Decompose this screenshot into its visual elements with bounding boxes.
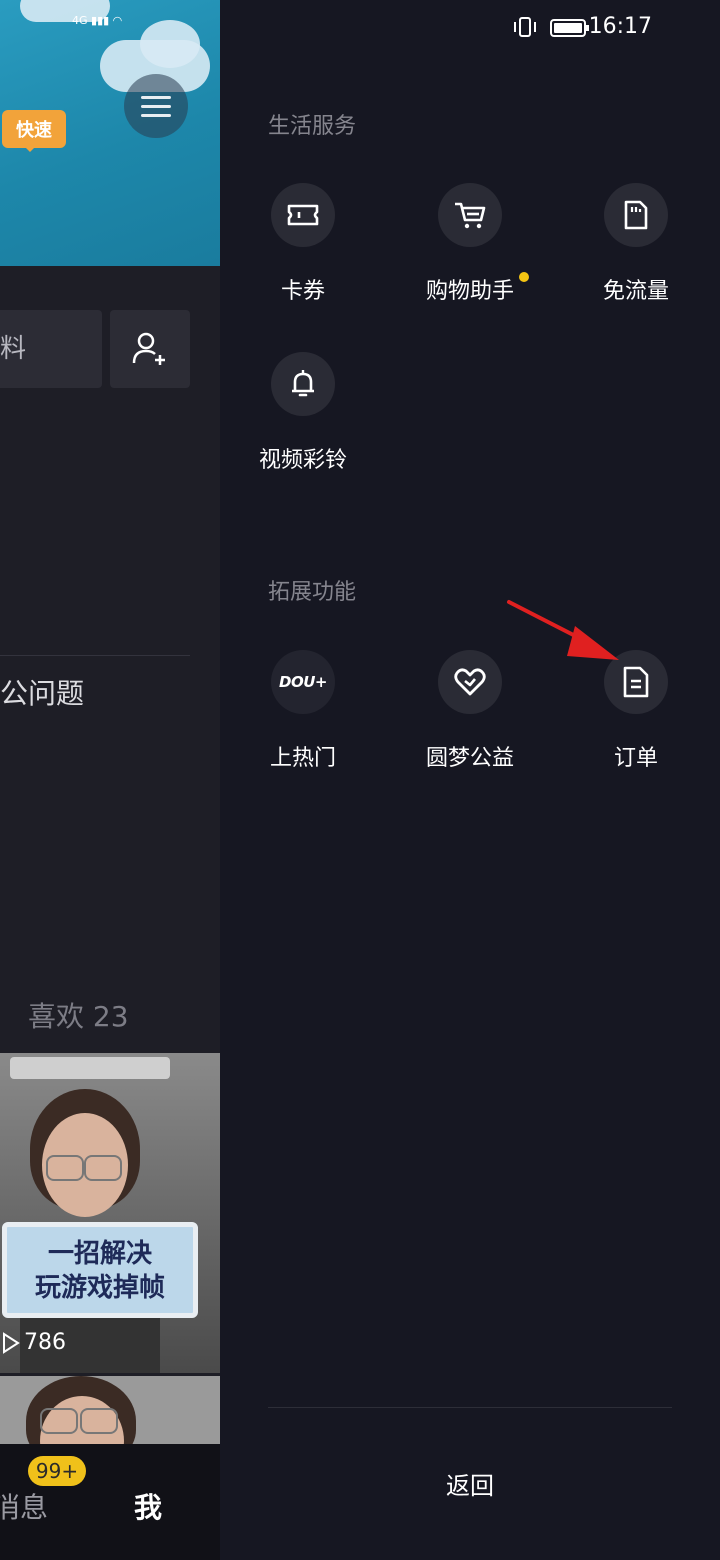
profile-banner: 快速 4G ▮▮▮ ◠ (0, 0, 220, 266)
divider (268, 1407, 672, 1408)
network-indicator: 4G ▮▮▮ ◠ (72, 14, 123, 27)
menu-item-coupons[interactable]: 卡券 (233, 183, 373, 305)
bell-icon (292, 370, 314, 397)
add-friend-button[interactable] (110, 310, 190, 388)
status-bar: 16:17 (220, 0, 720, 56)
profile-page-background: 快速 4G ▮▮▮ ◠ 料 公问题 喜欢 23 一招解决 玩游戏掉帧 786 消… (0, 0, 220, 1560)
order-document-icon (623, 666, 649, 698)
edit-profile-button[interactable]: 料 (0, 310, 102, 388)
likes-tab[interactable]: 喜欢 23 (28, 995, 129, 1035)
section-title-extensions: 拓展功能 (268, 580, 357, 605)
nav-messages[interactable]: 消息 (0, 1486, 48, 1526)
menu-item-free-data[interactable]: 免流量 (566, 183, 706, 305)
play-icon (3, 1331, 20, 1354)
menu-item-dou-plus[interactable]: DOU+ 上热门 (233, 650, 373, 772)
cart-icon (455, 202, 486, 229)
messages-badge: 99+ (28, 1456, 86, 1486)
menu-item-orders[interactable]: 订单 (566, 650, 706, 772)
menu-item-shopping-assistant[interactable]: 购物助手 (400, 183, 540, 305)
menu-item-video-ringtone[interactable]: 视频彩铃 (233, 352, 373, 474)
add-user-icon (132, 332, 165, 365)
video-caption: 一招解决 玩游戏掉帧 (2, 1222, 198, 1318)
vibrate-icon (514, 17, 536, 37)
nav-me[interactable]: 我 (134, 1486, 162, 1526)
back-button[interactable]: 返回 (268, 1466, 672, 1501)
ticket-icon (287, 204, 319, 226)
divider (0, 655, 190, 656)
section-title-life-services: 生活服务 (268, 114, 357, 139)
video-thumbnail[interactable] (0, 1053, 220, 1373)
banner-bubble: 快速 (2, 110, 66, 152)
faq-entry[interactable]: 公问题 (0, 672, 84, 712)
status-time: 16:17 (588, 14, 652, 39)
sim-card-icon (624, 200, 648, 230)
battery-icon (550, 19, 589, 37)
menu-item-charity[interactable]: 圆梦公益 (400, 650, 540, 772)
heart-icon (454, 668, 486, 696)
video-view-count: 786 (2, 1330, 66, 1355)
menu-button[interactable] (124, 74, 188, 138)
dou-plus-icon: DOU+ (279, 673, 327, 691)
notification-dot (519, 272, 529, 282)
annotation-arrow (507, 600, 619, 660)
menu-icon (141, 95, 171, 99)
